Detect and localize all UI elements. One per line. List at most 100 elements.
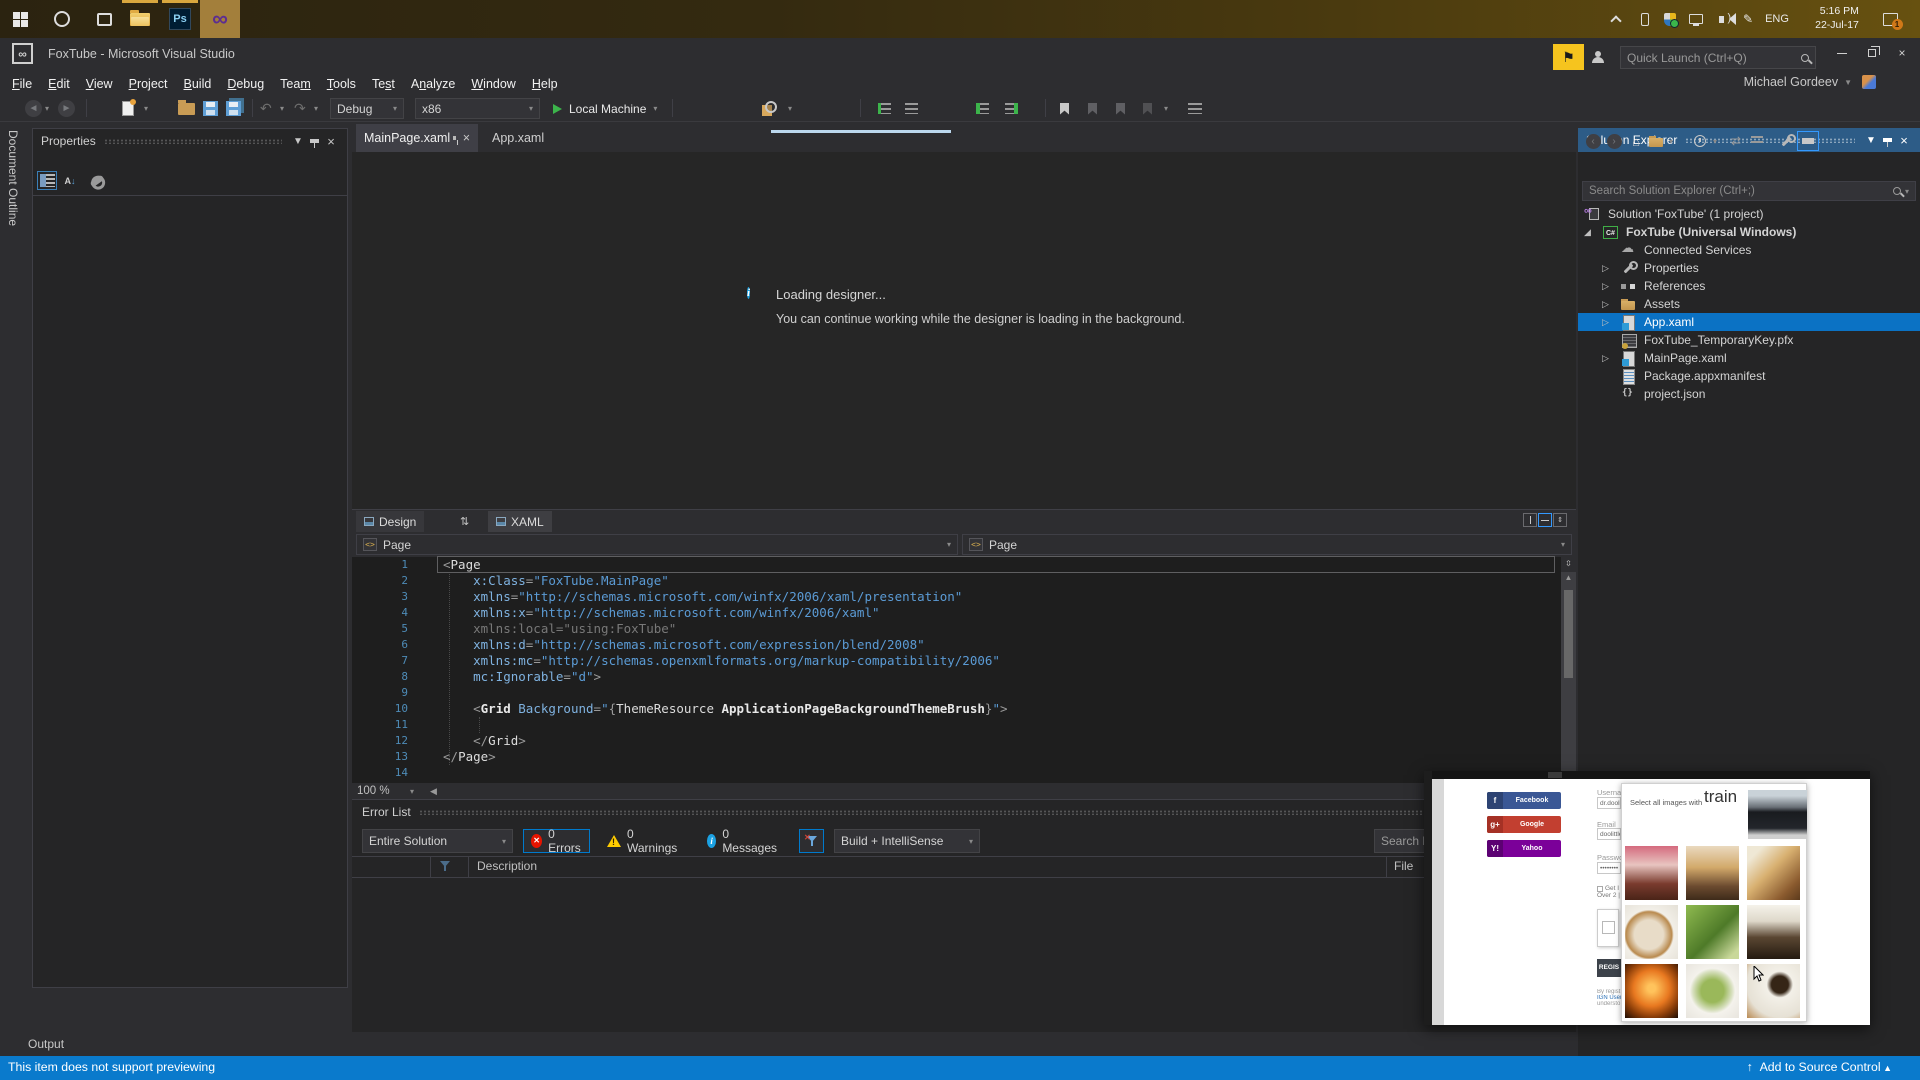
- messages-filter-button[interactable]: i 0 Messages: [700, 827, 784, 855]
- strawberry-cake-image[interactable]: [1625, 846, 1678, 900]
- window-position-dropdown[interactable]: ▼: [1863, 135, 1879, 146]
- menu-edit[interactable]: Edit: [40, 74, 78, 94]
- password-input[interactable]: ••••••••: [1597, 862, 1621, 874]
- expand-arrow-icon[interactable]: ▷: [1602, 353, 1609, 364]
- se-properties-button[interactable]: [1776, 131, 1796, 151]
- new-file-dropdown[interactable]: ▾: [144, 98, 148, 119]
- error-list-header[interactable]: Error List: [352, 800, 1576, 824]
- swap-panes-button[interactable]: ⇅: [452, 511, 477, 532]
- tree-item-package-appxmanifest[interactable]: Package.appxmanifest: [1578, 367, 1920, 385]
- column-header-file[interactable]: File: [1394, 859, 1413, 873]
- find-in-files-button[interactable]: [762, 98, 778, 119]
- tab-mainpage-xaml[interactable]: MainPage.xaml ×: [356, 124, 478, 152]
- start-debugging-button[interactable]: Local Machine ▾: [553, 98, 657, 119]
- newsletter-checkbox-row[interactable]: Get I: [1597, 885, 1619, 892]
- facebook-login-button[interactable]: f Facebook: [1487, 792, 1561, 809]
- open-file-button[interactable]: [178, 98, 195, 119]
- feedback-flag-button[interactable]: ⚑: [1553, 44, 1584, 70]
- usb-tray-button[interactable]: [1634, 0, 1656, 38]
- task-view-button[interactable]: [84, 0, 124, 38]
- username-input[interactable]: dr.dooli: [1597, 797, 1621, 809]
- close-panel-button[interactable]: ×: [1896, 133, 1912, 148]
- google-login-button[interactable]: g+ Google: [1487, 816, 1561, 833]
- tree-item-foxtube-universal-windows-[interactable]: ◢ FoxTube (Universal Windows): [1578, 223, 1920, 241]
- close-panel-button[interactable]: ×: [323, 134, 339, 149]
- tray-expand-button[interactable]: [1604, 0, 1628, 38]
- code-line-12[interactable]: 12 </Grid>: [352, 733, 1576, 749]
- errors-filter-button[interactable]: ✕ 0 Errors: [523, 827, 590, 855]
- network-tray-button[interactable]: [1684, 0, 1708, 38]
- restore-button[interactable]: [1858, 38, 1886, 68]
- tab-xaml-view[interactable]: XAML: [488, 511, 552, 532]
- xaml-code-editor[interactable]: 1 <Page 2 x:Class="FoxTube.MainPage" 3 xmln…: [352, 556, 1576, 783]
- tab-close-icon[interactable]: ×: [463, 131, 470, 145]
- recaptcha-widget-fragment[interactable]: [1597, 909, 1619, 947]
- code-line-10[interactable]: 10 <Grid Background="{ThemeResource Appl…: [352, 701, 1576, 717]
- pending-changes-filter-button[interactable]: [1690, 131, 1710, 151]
- cortana-button[interactable]: [42, 0, 82, 38]
- add-to-source-control-button[interactable]: ↑ Add to Source Control ▲: [1747, 1060, 1892, 1074]
- intellisense-list-button[interactable]: [1188, 98, 1202, 119]
- quick-launch-input[interactable]: Quick Launch (Ctrl+Q): [1620, 46, 1816, 69]
- defender-tray-button[interactable]: [1658, 0, 1682, 38]
- tab-design-view[interactable]: Design: [356, 511, 425, 532]
- file-explorer-button[interactable]: [120, 0, 160, 38]
- error-scope-select[interactable]: Entire Solution ▾: [362, 829, 513, 853]
- recaptcha-checkbox[interactable]: [1602, 921, 1615, 934]
- save-all-button[interactable]: [226, 98, 241, 119]
- menu-debug[interactable]: Debug: [219, 74, 272, 94]
- visual-studio-taskbar-button[interactable]: ∞: [200, 0, 240, 38]
- minimize-button[interactable]: [1828, 38, 1856, 68]
- app-preview-window[interactable]: f Facebook g+ Google Y! Yahoo Usernam dr.dool…: [1424, 771, 1870, 1025]
- alphabetical-sort-button[interactable]: A↓: [60, 171, 80, 190]
- code-line-3[interactable]: 3 xmlns="http://schemas.microsoft.com/wi…: [352, 589, 1576, 605]
- glowing-orange-bowl-image[interactable]: [1625, 964, 1678, 1018]
- title-bar[interactable]: ∞ FoxTube - Microsoft Visual Studio ⚑ Qu…: [0, 38, 1920, 72]
- expand-arrow-icon[interactable]: ▷: [1602, 317, 1609, 328]
- clock[interactable]: 5:16 PM 22-Jul-17: [1806, 0, 1868, 38]
- comment-button[interactable]: [878, 98, 891, 119]
- code-line-7[interactable]: 7 xmlns:mc="http://schemas.openxmlformat…: [352, 653, 1576, 669]
- photoshop-button[interactable]: Ps: [160, 0, 200, 38]
- menu-build[interactable]: Build: [176, 74, 220, 94]
- categorized-view-button[interactable]: [37, 171, 57, 190]
- tab-app-xaml[interactable]: App.xaml: [482, 124, 554, 152]
- property-pages-button[interactable]: [87, 171, 107, 190]
- breadcrumb-right[interactable]: <> Page ▾: [962, 534, 1572, 555]
- expand-arrow-icon[interactable]: ▷: [1602, 263, 1609, 274]
- breakfast-plate-image[interactable]: [1625, 905, 1678, 959]
- solution-explorer-search-input[interactable]: Search Solution Explorer (Ctrl+;) ▾: [1582, 181, 1916, 201]
- filter-dropdown[interactable]: ▾: [1710, 131, 1720, 151]
- scroll-left-arrow[interactable]: ◀: [430, 786, 437, 797]
- se-forward-button[interactable]: ›: [1604, 131, 1624, 151]
- uncomment-button[interactable]: [905, 98, 918, 119]
- error-source-select[interactable]: Build + IntelliSense ▾: [834, 829, 980, 853]
- clear-bookmarks-button[interactable]: [1143, 98, 1152, 119]
- next-bookmark-button[interactable]: [1116, 98, 1125, 119]
- sync-dropdown[interactable]: ▾: [1666, 131, 1676, 151]
- scroll-up-arrow[interactable]: ▲: [1561, 573, 1576, 582]
- redo-dropdown[interactable]: ▾: [314, 98, 318, 119]
- chicken-salad-image[interactable]: [1686, 905, 1739, 959]
- coffee-beans-cup-image[interactable]: [1747, 905, 1800, 959]
- navigate-forward-button[interactable]: ►: [58, 98, 75, 119]
- code-line-4[interactable]: 4 xmlns:x="http://schemas.microsoft.com/…: [352, 605, 1576, 621]
- menu-window[interactable]: Window: [463, 74, 523, 94]
- zoom-level-select[interactable]: 100 % ▾: [352, 783, 419, 799]
- register-button[interactable]: REGIS: [1597, 959, 1621, 977]
- collapse-pane-button[interactable]: ⇕: [1553, 513, 1567, 527]
- properties-header[interactable]: Properties ▼ ×: [33, 129, 347, 153]
- tree-item-foxtube-temporarykey-pfx[interactable]: FoxTube_TemporaryKey.pfx: [1578, 331, 1920, 349]
- pin-icon[interactable]: [310, 139, 319, 148]
- tab-pin-icon[interactable]: [453, 136, 458, 145]
- window-position-dropdown[interactable]: ▼: [290, 136, 306, 147]
- code-line-2[interactable]: 2 x:Class="FoxTube.MainPage": [352, 573, 1576, 589]
- menu-view[interactable]: View: [78, 74, 121, 94]
- code-line-1[interactable]: 1 <Page: [352, 557, 1576, 573]
- collapse-all-button[interactable]: [1747, 131, 1767, 151]
- vertical-split-button[interactable]: [1523, 513, 1537, 527]
- toggle-bookmark-button[interactable]: [1060, 98, 1069, 119]
- volume-tray-button[interactable]: [1708, 0, 1734, 38]
- yahoo-login-button[interactable]: Y! Yahoo: [1487, 840, 1561, 857]
- tree-item-connected-services[interactable]: Connected Services: [1578, 240, 1920, 259]
